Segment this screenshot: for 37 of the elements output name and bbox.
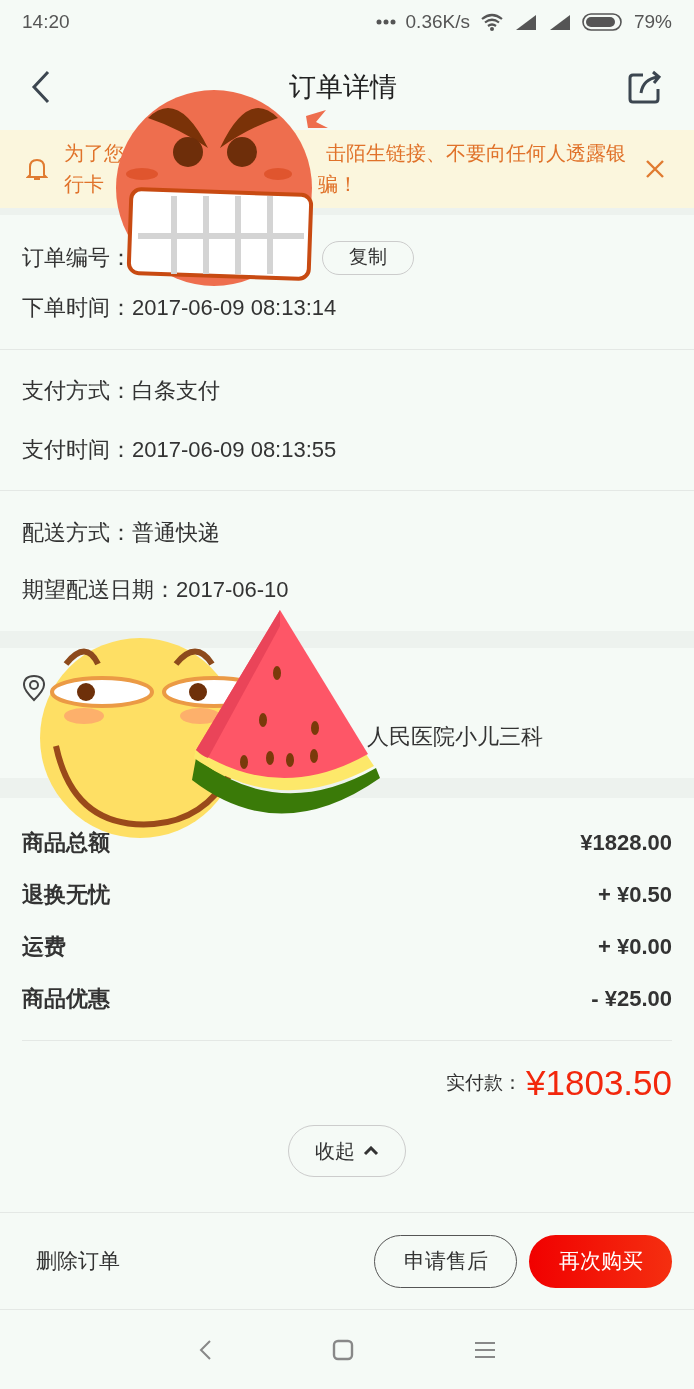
fee-label: 商品优惠: [22, 984, 110, 1013]
nav-home-icon[interactable]: [332, 1338, 354, 1361]
order-number-label: 订单编号：: [22, 244, 133, 272]
payment-info: 支付方式：白条支付: [22, 377, 221, 405]
caret-up-icon: [363, 1146, 379, 1156]
nav-menu-icon[interactable]: [474, 1340, 496, 1359]
address-text: 人民医院小儿三科: [366, 722, 544, 751]
order-time: 下单时间：2017-06-09 08:13:14: [22, 293, 338, 322]
fee-label: 运费: [22, 932, 66, 961]
fee-label: 商品总额: [22, 828, 110, 857]
notice-text: 骗！: [318, 172, 358, 197]
fee-value: - ¥25.00: [591, 984, 672, 1013]
fee-label: 退换无忧: [22, 880, 110, 909]
network-speed: 0.36K/s: [405, 9, 470, 34]
location-pin-icon: [22, 673, 46, 702]
delete-order-link[interactable]: 删除订单: [36, 1245, 120, 1277]
fee-value: + ¥0.00: [598, 932, 672, 961]
notice-text: 为了您: [64, 141, 124, 166]
delivery-info: 配送方式：普通快递: [22, 519, 221, 547]
battery-icon: [581, 13, 624, 31]
paid-amount: ¥1803.50: [526, 1061, 672, 1104]
status-time: 14:20: [22, 9, 70, 34]
paid-label: 实付款：: [446, 1070, 522, 1095]
share-button[interactable]: [626, 68, 664, 106]
bell-icon: [26, 157, 48, 181]
fee-value: + ¥0.50: [598, 880, 672, 909]
more-dots-icon: [375, 19, 396, 25]
notice-text: 击陌生链接、不要向任何人透露银: [326, 141, 626, 166]
battery-percent: 79%: [633, 9, 672, 34]
wifi-icon: [479, 13, 504, 31]
nav-back-icon[interactable]: [198, 1338, 212, 1361]
buy-again-button[interactable]: 再次购买: [529, 1234, 672, 1288]
payment-info: 支付时间：2017-06-09 08:13:55: [22, 436, 338, 464]
page-title: 订单详情: [289, 70, 397, 104]
fee-value: ¥1828.00: [580, 828, 672, 857]
delivery-info: 期望配送日期：2017-06-10: [22, 576, 290, 604]
notice-text: 行卡: [64, 172, 104, 197]
